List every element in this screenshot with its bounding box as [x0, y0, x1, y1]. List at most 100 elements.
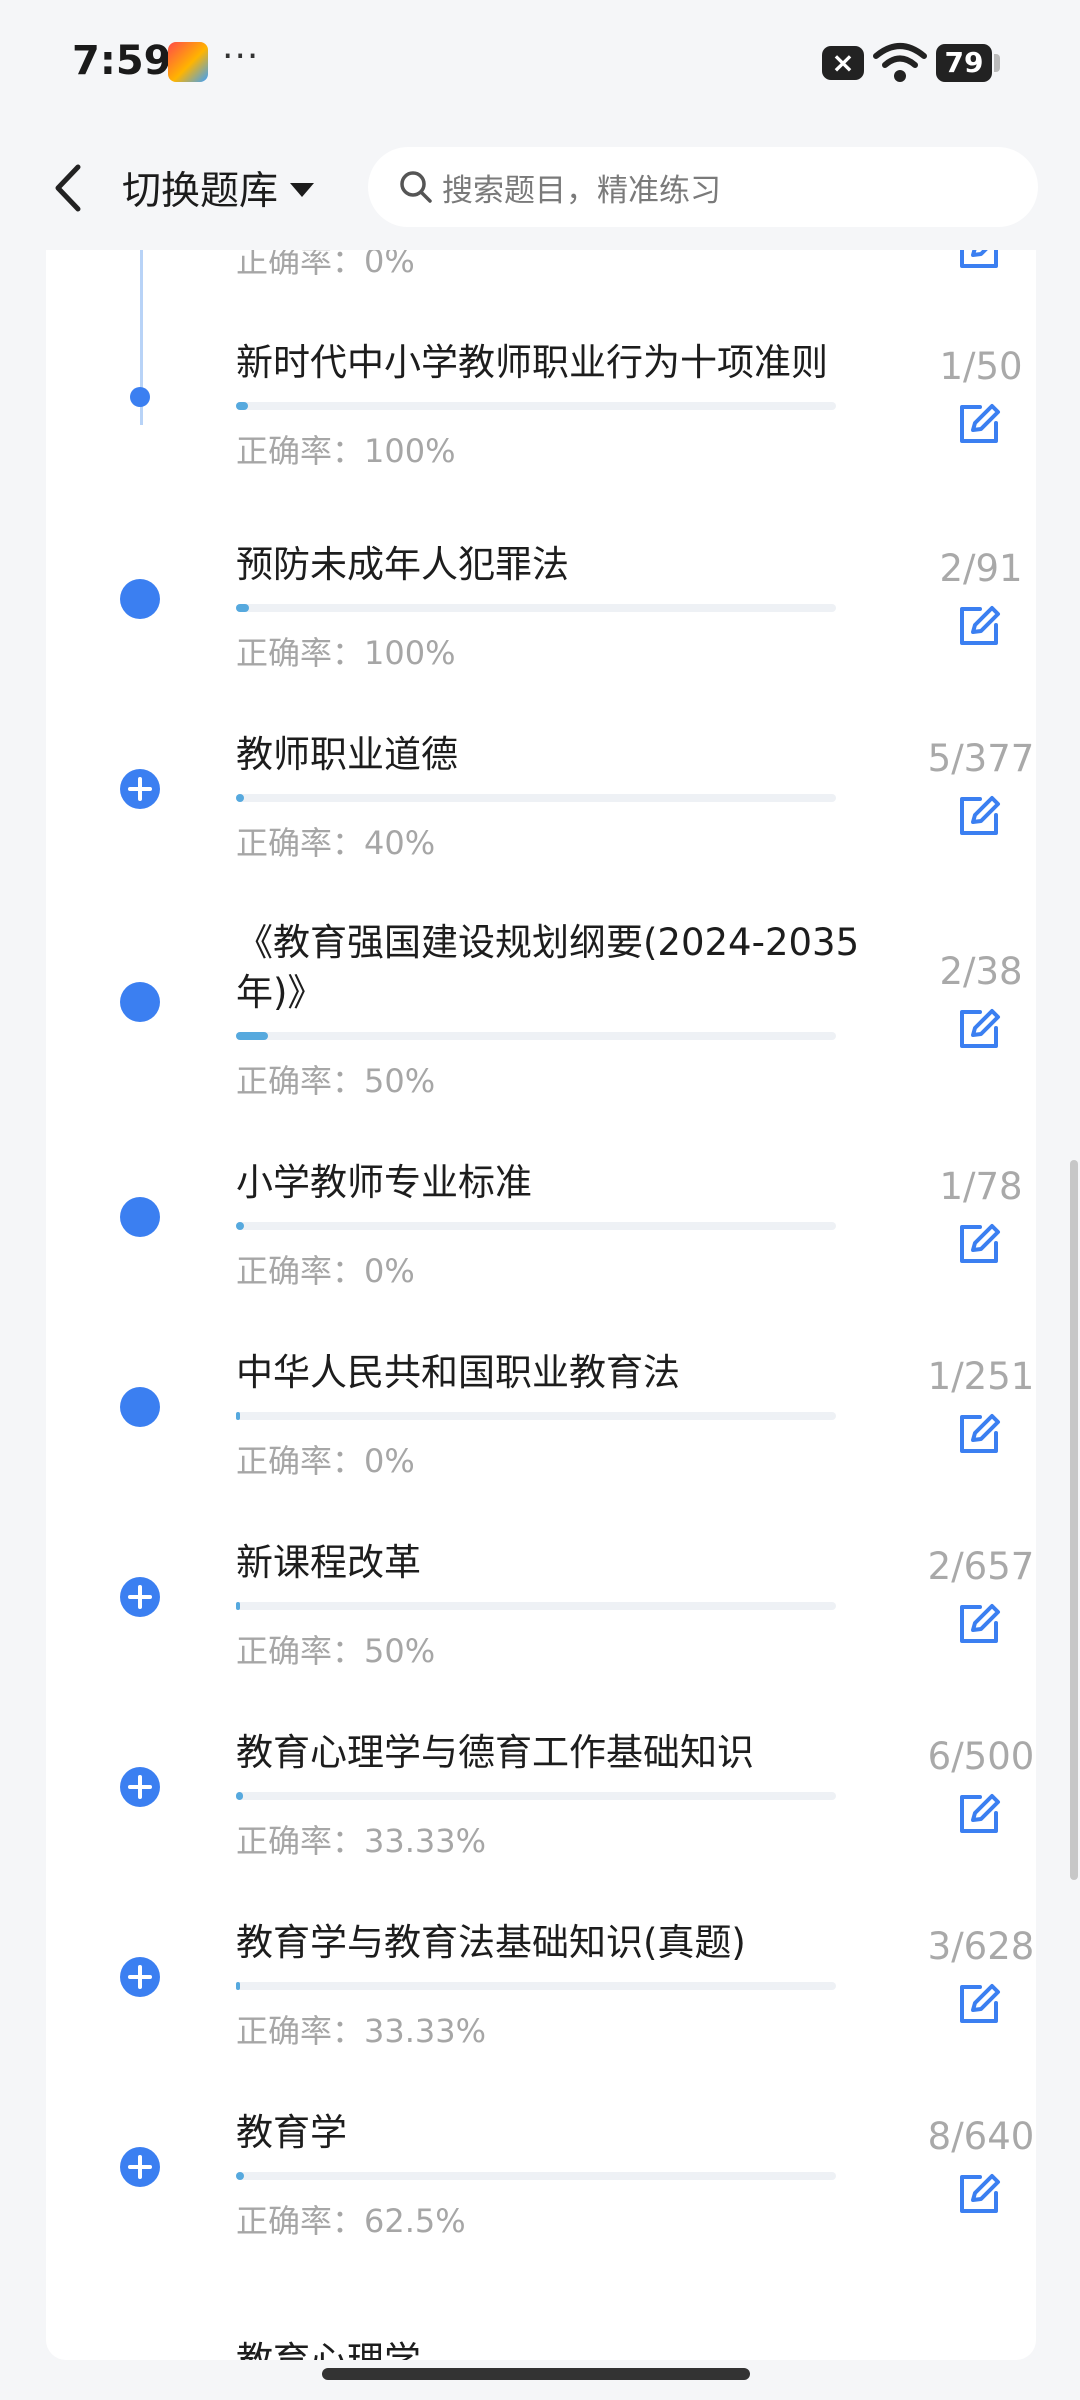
accuracy-text: 正确率：40%	[236, 824, 436, 862]
status-bar: 7:59 ··· × 79	[0, 0, 1080, 125]
progress-count: 5/377	[927, 737, 1035, 780]
progress-bar	[236, 1032, 836, 1040]
edit-icon[interactable]	[956, 603, 1004, 649]
back-arrow-icon[interactable]	[40, 153, 100, 223]
progress-bar	[236, 402, 836, 410]
expand-plus-icon[interactable]	[120, 1957, 160, 1997]
expand-plus-icon[interactable]	[120, 1767, 160, 1807]
expand-plus-icon[interactable]	[120, 769, 160, 809]
list-item[interactable]: 教育学与教育法基础知识(真题) 正确率：33.33% 3/628	[46, 1910, 1036, 2100]
list-item[interactable]: 新课程改革正确率：50% 2/657	[46, 1530, 1036, 1720]
progress-bar-fill	[236, 794, 244, 802]
battery-tip	[994, 54, 1000, 72]
search-icon	[400, 171, 432, 203]
battery-icon: 79	[936, 44, 992, 82]
edit-icon[interactable]	[956, 1411, 1004, 1457]
progress-count: 3/628	[927, 1925, 1035, 1968]
switch-question-bank-label: 切换题库	[122, 169, 279, 214]
progress-count: 2/91	[939, 547, 1023, 590]
progress-count: 2/38	[939, 950, 1023, 993]
accuracy-text: 正确率：100%	[236, 634, 456, 672]
accuracy-text: 正确率：50%	[236, 1632, 436, 1670]
progress-bar	[236, 1602, 836, 1610]
switch-question-bank-button[interactable]: 切换题库	[122, 157, 315, 219]
accuracy-text: 正确率：50%	[236, 1062, 436, 1100]
progress-bar-fill	[236, 402, 248, 410]
progress-count: 6/500	[927, 1735, 1035, 1778]
close-notification-icon: ×	[822, 46, 864, 80]
edit-icon[interactable]	[956, 1601, 1004, 1647]
item-title: 教育学与教育法基础知识(真题)	[236, 1921, 746, 1964]
list-item[interactable]: 预防未成年人犯罪法正确率：100% 2/91	[46, 532, 1036, 722]
question-bank-list: 正确率：0% 新时代中小学教师职业行为十项准则正确率：100% 1/50 预防未成年…	[46, 250, 1036, 2360]
list-item[interactable]: 教育学正确率：62.5% 8/640	[46, 2100, 1036, 2290]
item-title: 中华人民共和国职业教育法	[236, 1351, 680, 1394]
edit-icon[interactable]	[956, 250, 1004, 272]
timeline-dot-icon	[130, 387, 150, 407]
edit-icon[interactable]	[956, 401, 1004, 447]
progress-bar	[236, 1222, 836, 1230]
edit-icon[interactable]	[956, 1791, 1004, 1837]
progress-bar	[236, 1792, 836, 1800]
home-indicator[interactable]	[322, 2368, 750, 2380]
partial-list-item-title: 教育心理学	[236, 2330, 421, 2360]
item-title: 预防未成年人犯罪法	[236, 543, 569, 586]
accuracy-text: 正确率：0%	[236, 1442, 415, 1480]
list-item[interactable]: 中华人民共和国职业教育法正确率：0% 1/251	[46, 1340, 1036, 1530]
edit-icon[interactable]	[956, 1006, 1004, 1052]
expand-plus-icon[interactable]	[120, 1577, 160, 1617]
progress-bar-fill	[236, 2172, 244, 2180]
accuracy-text: 正确率：62.5%	[236, 2202, 466, 2240]
list-item[interactable]: 新时代中小学教师职业行为十项准则正确率：100% 1/50	[46, 330, 1036, 520]
timeline-dot-icon	[120, 982, 160, 1022]
progress-bar	[236, 1982, 836, 1990]
item-title: 教育心理学与德育工作基础知识	[236, 1731, 754, 1774]
progress-bar-fill	[236, 1602, 240, 1610]
item-title: 新时代中小学教师职业行为十项准则	[236, 341, 828, 384]
partial-accuracy-text: 正确率：0%	[236, 250, 415, 280]
app-notification-icon	[168, 42, 208, 82]
edit-icon[interactable]	[956, 793, 1004, 839]
progress-count: 8/640	[927, 2115, 1035, 2158]
list-item[interactable]: 小学教师专业标准正确率：0% 1/78	[46, 1150, 1036, 1340]
header-bar: 切换题库 搜索题目，精准练习	[0, 125, 1080, 250]
accuracy-text: 正确率：100%	[236, 432, 456, 470]
progress-bar-fill	[236, 1982, 240, 1990]
timeline-dot-icon	[120, 579, 160, 619]
list-item[interactable]: 教师职业道德正确率：40% 5/377	[46, 722, 1036, 912]
progress-count: 1/78	[939, 1165, 1023, 1208]
expand-plus-icon[interactable]	[120, 2147, 160, 2187]
item-title: 教师职业道德	[236, 733, 458, 776]
edit-icon[interactable]	[956, 1221, 1004, 1267]
progress-bar	[236, 794, 836, 802]
progress-bar-fill	[236, 1222, 244, 1230]
list-item[interactable]: 《教育强国建设规划纲要(2024-2035年)》正确率：50% 2/38	[46, 910, 1036, 1160]
accuracy-text: 正确率：33.33%	[236, 2012, 487, 2050]
progress-bar-fill	[236, 1412, 240, 1420]
progress-bar-fill	[236, 604, 250, 612]
progress-bar	[236, 604, 836, 612]
scrollbar[interactable]	[1070, 1160, 1078, 1880]
timeline-dot-icon	[120, 1387, 160, 1427]
progress-count: 1/251	[927, 1355, 1035, 1398]
caret-down-icon	[290, 183, 315, 197]
item-title: 小学教师专业标准	[236, 1161, 532, 1204]
search-placeholder: 搜索题目，精准练习	[442, 172, 721, 209]
edit-icon[interactable]	[956, 2171, 1004, 2217]
accuracy-text: 正确率：0%	[236, 1252, 415, 1290]
progress-bar-fill	[236, 1032, 268, 1040]
wifi-icon	[873, 43, 927, 82]
item-title: 教育学	[236, 2111, 347, 2154]
progress-count: 1/50	[939, 345, 1023, 388]
list-item[interactable]: 教育心理学与德育工作基础知识 正确率：33.33% 6/500	[46, 1720, 1036, 1910]
timeline-dot-icon	[120, 1197, 160, 1237]
status-time: 7:59	[72, 38, 172, 84]
item-title: 新课程改革	[236, 1541, 421, 1584]
progress-bar	[236, 1412, 836, 1420]
more-notifications-icon: ···	[222, 36, 260, 77]
progress-count: 2/657	[927, 1545, 1035, 1588]
item-title: 《教育强国建设规划纲要(2024-2035年)》	[236, 921, 860, 1014]
progress-bar	[236, 2172, 836, 2180]
search-input[interactable]: 搜索题目，精准练习	[368, 147, 1038, 227]
edit-icon[interactable]	[956, 1981, 1004, 2027]
